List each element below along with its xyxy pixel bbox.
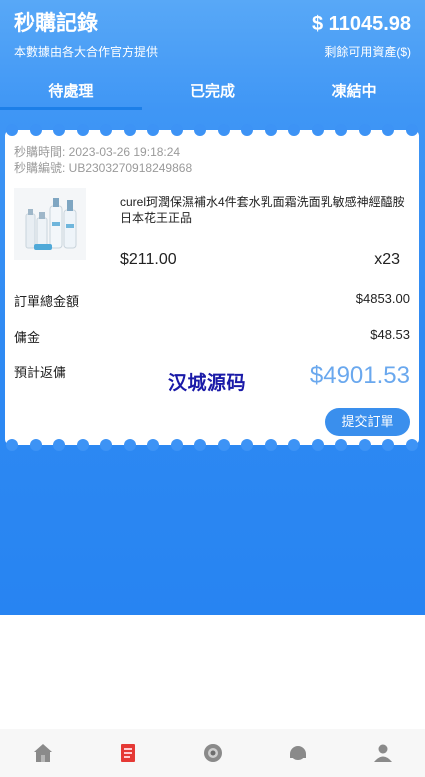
header-background: 秒購記錄 $ 11045.98 本數據由各大合作官方提供 剩餘可用資產($) 待… [0, 0, 425, 615]
product-name: curel珂潤保濕補水4件套水乳面霜洗面乳敏感神經醯胺日本花王正品 [120, 195, 405, 225]
commission-label: 傭金 [14, 330, 41, 345]
nav-service[interactable] [278, 733, 318, 773]
order-number: 秒購編號: UB2303270918249868 [14, 161, 193, 175]
ticket-edge-top [5, 124, 419, 136]
balance-amount: $ 11045.98 [312, 13, 411, 35]
expected-label: 預計返傭 [14, 365, 67, 380]
page-title: 秒購記錄 [14, 12, 98, 35]
quantity: x23 [374, 251, 400, 268]
nav-grab[interactable] [193, 733, 233, 773]
status-tabs: 待處理 已完成 凍結中 [0, 80, 425, 110]
product-image [14, 188, 86, 260]
total-value: $4853.00 [355, 291, 410, 306]
tab-pending[interactable]: 待處理 [0, 80, 142, 110]
commission-row: 傭金 $48.53 [14, 327, 410, 346]
tab-frozen[interactable]: 凍結中 [283, 80, 425, 110]
nav-profile[interactable] [363, 733, 403, 773]
bottom-navigation [0, 729, 425, 777]
total-row: 訂單總金額 $4853.00 [14, 291, 410, 310]
nav-orders[interactable] [108, 733, 148, 773]
submit-order-button[interactable]: 提交訂單 [325, 408, 410, 436]
order-card: 秒購時間: 2023-03-26 19:18:24 秒購編號: UB230327… [5, 124, 419, 451]
ticket-edge-bottom [5, 439, 419, 451]
order-time: 秒購時間: 2023-03-26 19:18:24 [14, 145, 181, 159]
home-icon [33, 744, 52, 762]
book-icon [120, 744, 135, 762]
balance-label: 剩餘可用資產($) [324, 45, 411, 59]
nav-home[interactable] [23, 733, 63, 773]
commission-value: $48.53 [370, 327, 410, 342]
order-meta: 秒購時間: 2023-03-26 19:18:24 秒購編號: UB230327… [14, 144, 192, 176]
service-icon [289, 746, 306, 760]
unit-price: $211.00 [120, 251, 177, 268]
product-bottles-icon [25, 198, 77, 250]
expected-value: $4901.53 [309, 362, 410, 389]
tab-completed[interactable]: 已完成 [142, 80, 284, 110]
total-label: 訂單總金額 [14, 294, 80, 309]
user-icon [373, 744, 392, 762]
camera-icon [203, 744, 222, 762]
data-source-note: 本數據由各大合作官方提供 [14, 45, 159, 59]
watermark-text: 汉城源码 [168, 373, 247, 394]
